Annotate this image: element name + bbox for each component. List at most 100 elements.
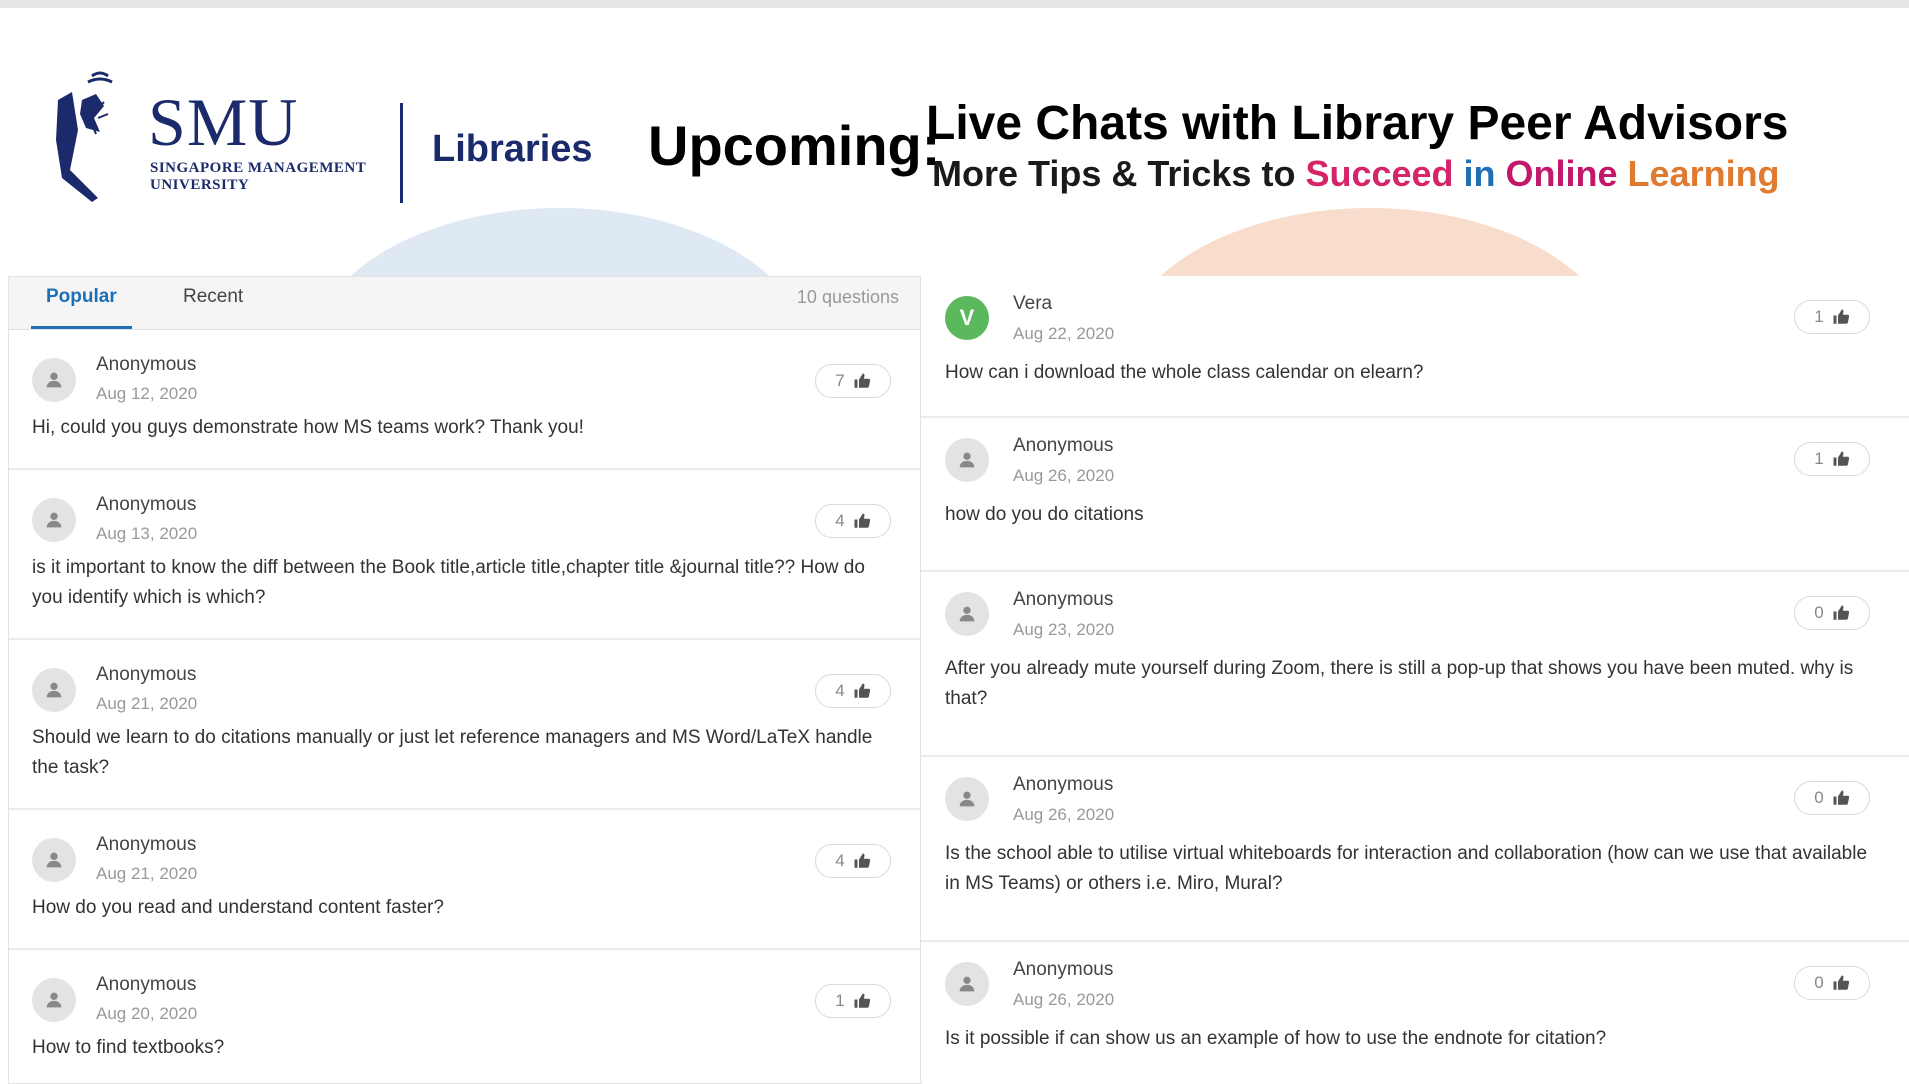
tips-colored-words: Succeed in Online Learning xyxy=(1305,153,1779,194)
author-name: Anonymous xyxy=(96,494,197,515)
author-name: Vera xyxy=(1013,293,1053,314)
tips-word: Succeed xyxy=(1305,153,1454,194)
vote-count: 1 xyxy=(1814,307,1824,326)
event-banner: SMU Singapore Management University Libr… xyxy=(0,8,1909,276)
question-text: Should we learn to do citations manually… xyxy=(32,727,873,778)
question-text: Is the school able to utilise virtual wh… xyxy=(945,843,1868,894)
author-name: Anonymous xyxy=(96,834,197,855)
author-name: Anonymous xyxy=(1013,435,1114,456)
anonymous-user-icon xyxy=(945,777,989,821)
thumbs-up-icon xyxy=(853,852,871,870)
question-text: How can i download the whole class calen… xyxy=(945,362,1424,383)
question-card[interactable]: Anonymous Aug 26, 2020 1 how do you do cita… xyxy=(921,418,1909,572)
upvote-button[interactable]: 0 xyxy=(1794,596,1870,630)
question-text: How to find textbooks? xyxy=(32,1037,225,1058)
question-tabs: Popular Recent 10 questions xyxy=(9,277,921,330)
vote-count: 4 xyxy=(835,511,845,530)
question-card[interactable]: Anonymous Aug 13, 2020 4 is it important to… xyxy=(9,470,921,640)
smu-crest-logo xyxy=(56,71,113,202)
question-date: Aug 26, 2020 xyxy=(1013,466,1115,485)
upvote-button[interactable]: 4 xyxy=(815,844,891,878)
upvote-button[interactable]: 1 xyxy=(1794,300,1870,334)
thumbs-up-icon xyxy=(853,682,871,700)
question-card[interactable]: Anonymous Aug 21, 2020 4 Should we learn to… xyxy=(9,640,921,810)
author-name: Anonymous xyxy=(96,974,197,995)
question-date: Aug 22, 2020 xyxy=(1013,324,1115,343)
tab-popular[interactable]: Popular xyxy=(31,277,132,329)
question-date: Aug 21, 2020 xyxy=(96,864,198,883)
anonymous-user-icon xyxy=(945,962,989,1006)
vote-count: 0 xyxy=(1814,603,1824,622)
vote-count: 0 xyxy=(1814,973,1824,992)
author-name: Anonymous xyxy=(1013,589,1114,610)
question-date: Aug 26, 2020 xyxy=(1013,805,1115,824)
vote-count: 4 xyxy=(835,851,845,870)
question-date: Aug 13, 2020 xyxy=(96,524,198,543)
smu-full-name: Singapore Management University xyxy=(150,160,366,193)
tips-word: Online xyxy=(1505,153,1618,194)
question-date: Aug 20, 2020 xyxy=(96,1004,198,1023)
avatar: V xyxy=(945,296,989,340)
question-card[interactable]: Anonymous Aug 20, 2020 1 How to find textbo… xyxy=(9,950,921,1083)
question-date: Aug 26, 2020 xyxy=(1013,990,1115,1009)
thumbs-up-icon xyxy=(1832,789,1850,807)
thumbs-up-icon xyxy=(1832,974,1850,992)
vote-count: 1 xyxy=(1814,449,1824,468)
question-date: Aug 12, 2020 xyxy=(96,384,198,403)
question-text: how do you do citations xyxy=(945,504,1144,525)
top-border xyxy=(0,0,1909,8)
upvote-button[interactable]: 7 xyxy=(815,364,891,398)
upvote-button[interactable]: 4 xyxy=(815,504,891,538)
smu-wordmark: SMU xyxy=(148,84,299,160)
question-text: How do you read and understand content f… xyxy=(32,897,444,918)
thumbs-up-icon xyxy=(1832,308,1850,326)
upvote-button[interactable]: 1 xyxy=(815,984,891,1018)
banner-headline: Live Chats with Library Peer Advisors xyxy=(926,97,1789,150)
anonymous-user-icon xyxy=(32,358,76,402)
question-card[interactable]: Anonymous Aug 21, 2020 4 How do you read an… xyxy=(9,810,921,950)
anonymous-user-icon xyxy=(32,838,76,882)
tips-word: Learning xyxy=(1617,153,1780,194)
question-text: After you already mute yourself during Z… xyxy=(945,658,1854,709)
question-card[interactable]: V Vera Aug 22, 2020 1 How can i download the… xyxy=(921,276,1909,418)
banner-decoration-blue xyxy=(310,208,810,276)
left-question-list: Anonymous Aug 12, 2020 7 Hi, could you guys… xyxy=(9,330,921,1083)
question-text: Hi, could you guys demonstrate how MS te… xyxy=(32,417,584,438)
libraries-label: Libraries xyxy=(432,128,593,170)
question-card[interactable]: Anonymous Aug 23, 2020 0 After you already … xyxy=(921,572,1909,757)
upvote-button[interactable]: 0 xyxy=(1794,781,1870,815)
anonymous-user-icon xyxy=(945,592,989,636)
question-card[interactable]: Anonymous Aug 26, 2020 0 Is it possible if … xyxy=(921,942,1909,1082)
author-name: Anonymous xyxy=(1013,774,1114,795)
tips-prefix: More Tips & Tricks to xyxy=(932,153,1306,194)
question-date: Aug 21, 2020 xyxy=(96,694,198,713)
upvote-button[interactable]: 0 xyxy=(1794,966,1870,1000)
question-card[interactable]: Anonymous Aug 26, 2020 0 Is the school able… xyxy=(921,757,1909,942)
author-name: Anonymous xyxy=(96,664,197,685)
author-name: Anonymous xyxy=(96,354,197,375)
anonymous-user-icon xyxy=(32,498,76,542)
tab-recent[interactable]: Recent xyxy=(163,277,263,329)
right-question-list: V Vera Aug 22, 2020 1 How can i download the… xyxy=(921,276,1909,1082)
logo-divider xyxy=(400,103,403,203)
upcoming-label: Upcoming: xyxy=(648,114,941,177)
question-count: 10 questions xyxy=(796,287,899,307)
vote-count: 0 xyxy=(1814,788,1824,807)
tips-word: in xyxy=(1453,153,1506,194)
question-card[interactable]: Anonymous Aug 12, 2020 7 Hi, could you guys… xyxy=(9,330,921,470)
thumbs-up-icon xyxy=(1832,604,1850,622)
thumbs-up-icon xyxy=(853,512,871,530)
banner-subheadline: More Tips & Tricks to Succeed in Online … xyxy=(932,156,1780,192)
anonymous-user-icon xyxy=(945,438,989,482)
banner-decoration-peach xyxy=(1120,208,1620,276)
author-name: Anonymous xyxy=(1013,959,1114,980)
anonymous-user-icon xyxy=(32,668,76,712)
question-text: is it important to know the diff between… xyxy=(32,557,865,608)
upvote-button[interactable]: 4 xyxy=(815,674,891,708)
thumbs-up-icon xyxy=(1832,450,1850,468)
vote-count: 1 xyxy=(835,991,845,1010)
upvote-button[interactable]: 1 xyxy=(1794,442,1870,476)
question-date: Aug 23, 2020 xyxy=(1013,620,1115,639)
anonymous-user-icon xyxy=(32,978,76,1022)
vote-count: 7 xyxy=(835,371,845,390)
